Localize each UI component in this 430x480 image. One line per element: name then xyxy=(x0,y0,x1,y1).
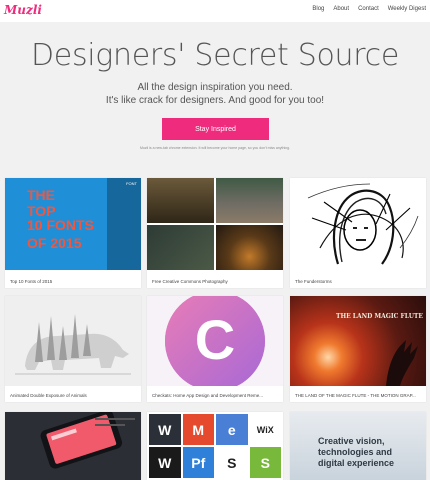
card-image[interactable] xyxy=(290,178,426,270)
hero-subtitle-line1: All the design inspiration you need. xyxy=(137,82,293,93)
w-app-icon: W xyxy=(149,447,181,478)
m-app-icon: M xyxy=(182,414,214,445)
card-image[interactable] xyxy=(5,412,141,480)
card-caption[interactable]: Top 10 Fonts of 2015 xyxy=(10,279,136,284)
card-image[interactable]: Creative vision, technologies and digita… xyxy=(290,412,426,480)
fonts-poster-line3: OF 2015 xyxy=(27,235,82,251)
card-photography[interactable]: Free Creative Commons Photography xyxy=(147,178,283,288)
hero-subtitle-line2: It's like crack for designers. And good … xyxy=(105,95,325,106)
hero-title: Designers' Secret Source xyxy=(30,38,399,73)
hero-fine-print: Muzli is a new-tab chrome extension. It … xyxy=(139,146,291,150)
card-caption[interactable]: The Funderstorms xyxy=(295,279,421,284)
sketch-portrait-image xyxy=(290,178,426,270)
card-funderstorms[interactable]: The Funderstorms xyxy=(290,178,426,288)
card-image[interactable] xyxy=(5,296,141,386)
card-image[interactable]: THE TOP 10 FONTS OF 2015 FONT xyxy=(5,178,141,270)
top-nav: Blog About Contact Weekly Digest xyxy=(312,6,426,12)
card-caption[interactable]: Animated Double Exposure of Animals xyxy=(10,393,136,398)
card-caption[interactable]: THE LAND OF THE MAGIC FLUTE - THE MOTION… xyxy=(295,393,421,398)
fonts-poster-line1: THE xyxy=(27,187,55,203)
c-logo-icon: C xyxy=(165,296,265,386)
hand-silhouette xyxy=(386,340,418,386)
nav-weekly-digest[interactable]: Weekly Digest xyxy=(388,6,426,12)
card-image[interactable]: W M e WiX W Pf S S xyxy=(147,412,283,480)
fonts-poster-line2: TOP 10 FONTS xyxy=(27,203,94,233)
nav-blog[interactable]: Blog xyxy=(312,6,324,12)
e-app-icon: e xyxy=(216,414,248,445)
card-double-exposure[interactable]: Animated Double Exposure of Animals xyxy=(5,296,141,402)
nav-about[interactable]: About xyxy=(333,6,349,12)
card-caption[interactable]: Checkats: Home App Design and Developmen… xyxy=(152,393,278,398)
card-creative-vision[interactable]: Creative vision, technologies and digita… xyxy=(290,412,426,480)
card-magic-flute[interactable]: THE LAND MAGIC FLUTE THE LAND OF THE MAG… xyxy=(290,296,426,402)
card-app-icons[interactable]: W M e WiX W Pf S S xyxy=(147,412,283,480)
card-top-fonts[interactable]: THE TOP 10 FONTS OF 2015 FONT Top 10 Fon… xyxy=(5,178,141,288)
shopify-icon: S xyxy=(249,447,281,478)
hero-subtitle: All the design inspiration you need. It'… xyxy=(0,81,430,107)
checkats-logo-image: C xyxy=(147,296,283,386)
phone-mockup-image xyxy=(5,412,141,480)
magic-flute-image: THE LAND MAGIC FLUTE xyxy=(290,296,426,386)
card-image[interactable]: THE LAND MAGIC FLUTE xyxy=(290,296,426,386)
card-checkats[interactable]: C Checkats: Home App Design and Developm… xyxy=(147,296,283,402)
portfolio-icon: Pf xyxy=(182,447,214,478)
top-bar: Muzli Blog About Contact Weekly Digest xyxy=(0,0,430,22)
creative-vision-text: Creative vision, technologies and digita… xyxy=(318,436,395,468)
app-icons-grid: W M e WiX W Pf S S xyxy=(147,412,283,480)
card-phone-app[interactable] xyxy=(5,412,141,480)
webflow-icon: W xyxy=(149,414,181,445)
stay-inspired-button[interactable]: Stay Inspired xyxy=(162,118,269,140)
bear-trees-image xyxy=(5,296,141,386)
creative-vision-image: Creative vision, technologies and digita… xyxy=(290,412,426,480)
nav-contact[interactable]: Contact xyxy=(358,6,379,12)
fonts-poster-tag: FONT xyxy=(126,181,137,186)
card-caption[interactable]: Free Creative Commons Photography xyxy=(152,279,278,284)
c-logo-letter: C xyxy=(195,308,235,371)
squarespace-icon: S xyxy=(216,447,248,478)
card-image[interactable]: C xyxy=(147,296,283,386)
photo-grid-image xyxy=(147,178,283,270)
wix-icon: WiX xyxy=(249,414,281,445)
card-image[interactable] xyxy=(147,178,283,270)
fonts-poster-image: THE TOP 10 FONTS OF 2015 FONT xyxy=(5,178,141,270)
muzli-logo[interactable]: Muzli xyxy=(4,3,42,17)
